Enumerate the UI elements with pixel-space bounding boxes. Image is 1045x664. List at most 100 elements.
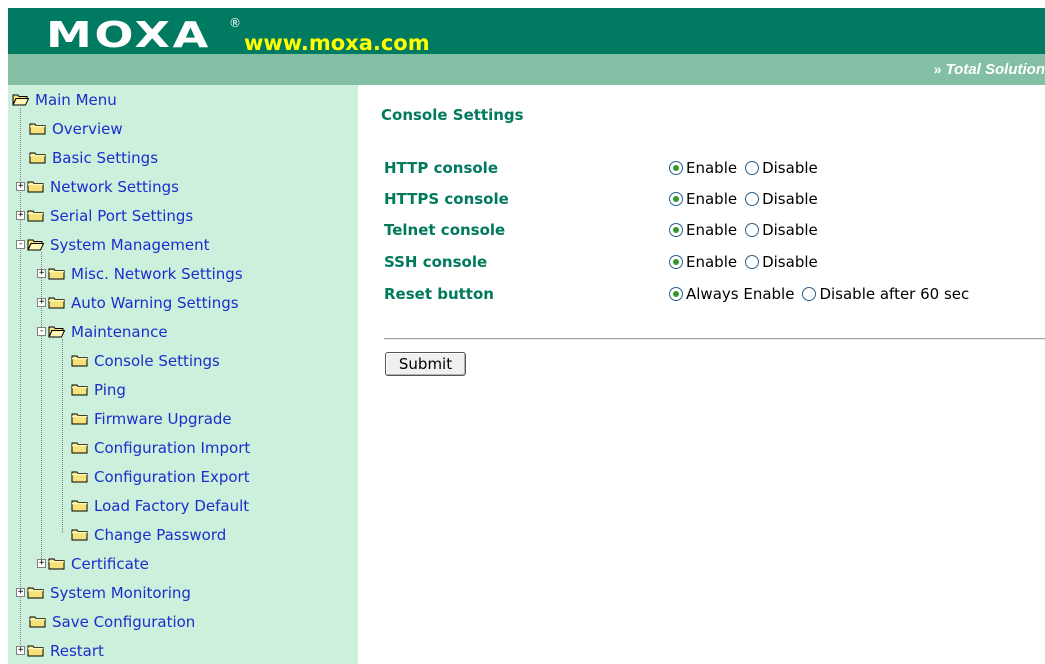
setting-label: Telnet console xyxy=(384,221,506,239)
expand-plus-icon[interactable]: + xyxy=(37,559,46,568)
sidebar-item-configuration-import[interactable]: Configuration Import xyxy=(71,433,250,462)
folder-icon xyxy=(29,151,46,164)
logo-text: MOXA xyxy=(46,15,211,56)
divider xyxy=(384,338,1045,340)
radio-http-disable[interactable] xyxy=(745,161,760,175)
radio-group: Always Enable Disable after 60 sec xyxy=(669,283,977,305)
sidebar-item-maintenance[interactable]: - Maintenance xyxy=(37,317,168,346)
double-chevron-icon: » xyxy=(933,61,942,77)
sidebar-item-misc-network-settings[interactable]: + Misc. Network Settings xyxy=(37,259,243,288)
folder-icon xyxy=(48,267,65,280)
folder-icon xyxy=(48,557,65,570)
expand-plus-icon[interactable]: + xyxy=(16,588,25,597)
radio-telnet-disable[interactable] xyxy=(745,223,760,237)
radio-https-enable[interactable] xyxy=(669,192,683,206)
tagline-text: Total Solution xyxy=(945,61,1045,78)
collapse-minus-icon[interactable]: - xyxy=(37,327,46,336)
radio-label: Disable after 60 sec xyxy=(819,285,970,303)
radio-label: Disable xyxy=(762,190,818,208)
header-bottom-band xyxy=(8,54,1045,85)
folder-icon xyxy=(71,499,88,512)
sidebar-item-label: Main Menu xyxy=(35,90,117,109)
setting-row-telnet-console: Telnet console Enable Disable xyxy=(384,219,1044,241)
sidebar-item-auto-warning-settings[interactable]: + Auto Warning Settings xyxy=(37,288,239,317)
sidebar-item-serial-port-settings[interactable]: + Serial Port Settings xyxy=(16,201,193,230)
sidebar-item-label: System Monitoring xyxy=(50,583,191,602)
radio-http-enable[interactable] xyxy=(669,161,683,175)
sidebar-item-label: Save Configuration xyxy=(52,612,196,631)
folder-icon xyxy=(27,586,44,599)
page-title: Console Settings xyxy=(381,106,524,124)
setting-row-ssh-console: SSH console Enable Disable xyxy=(384,251,1044,273)
logo-url: www.moxa.com xyxy=(244,31,430,55)
sidebar-item-label: Configuration Import xyxy=(94,438,251,457)
radio-telnet-enable[interactable] xyxy=(669,223,683,237)
radio-label: Always Enable xyxy=(686,285,795,303)
sidebar-item-label: Overview xyxy=(52,119,123,138)
sidebar-item-load-factory-default[interactable]: Load Factory Default xyxy=(71,491,249,520)
sidebar-item-label: Restart xyxy=(50,641,104,660)
sidebar-item-label: Auto Warning Settings xyxy=(71,293,239,312)
sidebar-item-main-menu[interactable]: Main Menu xyxy=(12,85,117,114)
folder-icon xyxy=(27,209,44,222)
sidebar-item-basic-settings[interactable]: Basic Settings xyxy=(29,143,158,172)
sidebar-item-system-management[interactable]: - System Management xyxy=(16,230,210,259)
logo-registered-mark: ® xyxy=(229,16,241,30)
sidebar-item-configuration-export[interactable]: Configuration Export xyxy=(71,462,250,491)
folder-icon xyxy=(27,180,44,193)
sidebar-item-certificate[interactable]: + Certificate xyxy=(37,549,149,578)
folder-icon xyxy=(29,122,46,135)
sidebar-item-label: Maintenance xyxy=(71,322,168,341)
setting-row-http-console: HTTP console Enable Disable xyxy=(384,157,1044,179)
sidebar-item-label: Firmware Upgrade xyxy=(94,409,232,428)
radio-reset-always-enable[interactable] xyxy=(669,287,683,301)
folder-icon xyxy=(71,383,88,396)
sidebar-item-restart[interactable]: + Restart xyxy=(16,636,104,664)
open-folder-icon xyxy=(48,325,65,338)
sidebar-item-overview[interactable]: Overview xyxy=(29,114,123,143)
sidebar-item-label: Configuration Export xyxy=(94,467,250,486)
radio-ssh-disable[interactable] xyxy=(745,255,760,269)
folder-icon xyxy=(29,615,46,628)
sidebar-item-firmware-upgrade[interactable]: Firmware Upgrade xyxy=(71,404,232,433)
moxa-logo: MOXA ® www.moxa.com xyxy=(46,16,430,56)
folder-icon xyxy=(27,644,44,657)
setting-label: HTTPS console xyxy=(384,190,509,208)
radio-reset-disable-after-60-sec[interactable] xyxy=(802,287,817,301)
radio-label: Disable xyxy=(762,159,818,177)
setting-row-reset-button: Reset button Always Enable Disable after… xyxy=(384,283,1044,305)
radio-group: Enable Disable xyxy=(669,188,826,210)
folder-icon xyxy=(71,441,88,454)
sidebar-item-ping[interactable]: Ping xyxy=(71,375,126,404)
sidebar-item-label: Serial Port Settings xyxy=(50,206,194,225)
radio-label: Enable xyxy=(686,253,738,271)
collapse-minus-icon[interactable]: - xyxy=(16,240,25,249)
radio-label: Disable xyxy=(762,221,818,239)
sidebar-item-network-settings[interactable]: + Network Settings xyxy=(16,172,179,201)
folder-icon xyxy=(48,296,65,309)
folder-icon xyxy=(71,528,88,541)
main-content: Console Settings HTTP console Enable Dis… xyxy=(358,85,1045,664)
sidebar-item-save-configuration[interactable]: Save Configuration xyxy=(29,607,195,636)
sidebar-item-label: Change Password xyxy=(94,525,227,544)
folder-icon xyxy=(71,354,88,367)
open-folder-icon xyxy=(12,93,29,106)
submit-button[interactable]: Submit xyxy=(385,352,466,376)
expand-plus-icon[interactable]: + xyxy=(37,298,46,307)
radio-label: Enable xyxy=(686,159,738,177)
expand-plus-icon[interactable]: + xyxy=(16,182,25,191)
sidebar-item-system-monitoring[interactable]: + System Monitoring xyxy=(16,578,191,607)
radio-ssh-enable[interactable] xyxy=(669,255,683,269)
open-folder-icon xyxy=(27,238,44,251)
sidebar-item-label: Load Factory Default xyxy=(94,496,250,515)
setting-row-https-console: HTTPS console Enable Disable xyxy=(384,188,1044,210)
expand-plus-icon[interactable]: + xyxy=(16,646,25,655)
radio-https-disable[interactable] xyxy=(745,192,760,206)
radio-group: Enable Disable xyxy=(669,251,826,273)
expand-plus-icon[interactable]: + xyxy=(16,211,25,220)
setting-label: SSH console xyxy=(384,253,488,271)
tagline: » Total Solution xyxy=(934,54,1045,85)
sidebar-item-change-password[interactable]: Change Password xyxy=(71,520,226,549)
sidebar-item-console-settings[interactable]: Console Settings xyxy=(71,346,220,375)
expand-plus-icon[interactable]: + xyxy=(37,269,46,278)
